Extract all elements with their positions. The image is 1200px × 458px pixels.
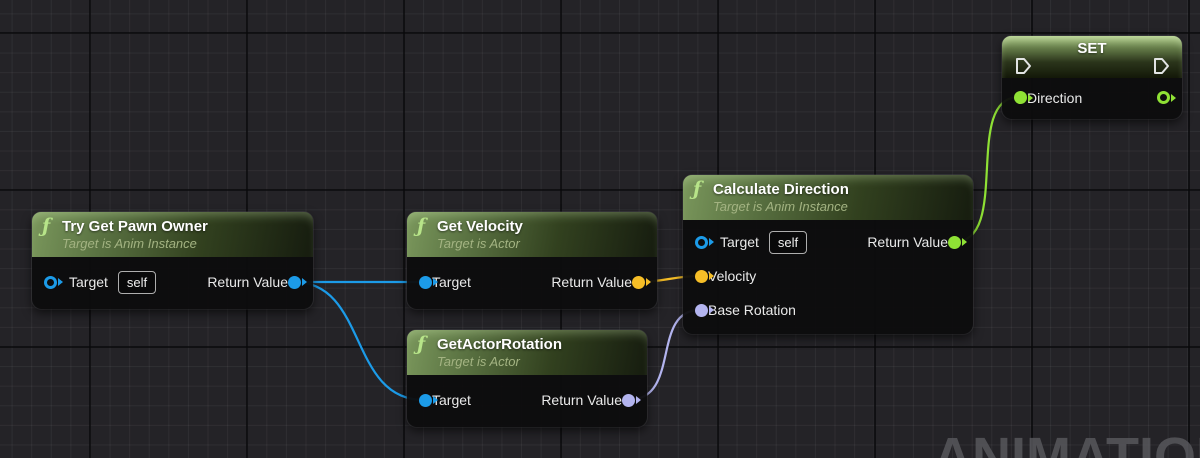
pin-velocity-label: Velocity [708,268,757,284]
function-icon: ƒ [42,215,51,237]
node-get-actor-rotation[interactable]: ƒ GetActorRotation Target is Actor Targe… [407,330,647,427]
function-icon: ƒ [417,333,426,355]
animation-watermark: ANIMATION [933,427,1200,458]
node-subtitle: Target is Actor [437,236,520,251]
pin-return-value-output[interactable] [632,275,645,289]
exec-out-pin[interactable] [1151,56,1171,76]
pin-direction-input[interactable] [1014,91,1027,104]
node-header[interactable]: ƒ GetActorRotation Target is Actor [407,330,647,375]
blueprint-graph-canvas[interactable]: ƒ Try Get Pawn Owner Target is Anim Inst… [0,0,1200,458]
node-subtitle: Target is Actor [437,354,520,369]
pin-target-label: Target [720,234,759,250]
pin-target-input[interactable] [44,275,57,289]
pin-return-value-label: Return Value [551,274,632,290]
pin-return-value-label: Return Value [541,392,622,408]
node-header[interactable]: ƒ Try Get Pawn Owner Target is Anim Inst… [32,212,313,257]
node-title: Try Get Pawn Owner [62,217,208,235]
node-title: Calculate Direction [713,180,849,198]
node-header[interactable]: SET [1002,36,1182,78]
node-title: GetActorRotation [437,335,562,353]
pin-target-label: Target [69,274,108,290]
pin-velocity-input[interactable] [695,269,708,283]
node-title: SET [1077,40,1107,57]
pin-return-value-output[interactable] [948,235,961,249]
pin-return-value-output[interactable] [622,393,635,407]
node-calculate-direction[interactable]: ƒ Calculate Direction Target is Anim Ins… [683,175,973,334]
node-header[interactable]: ƒ Get Velocity Target is Actor [407,212,657,257]
pin-target-input[interactable] [695,235,708,249]
node-subtitle: Target is Anim Instance [62,236,197,251]
node-set-direction[interactable]: SET Direction [1002,36,1182,119]
pin-return-value-label: Return Value [867,234,948,250]
function-icon: ƒ [417,215,426,237]
function-icon: ƒ [693,178,702,200]
node-title: Get Velocity [437,217,523,235]
pin-direction-output[interactable] [1157,91,1170,104]
pin-return-value-output[interactable] [288,275,301,289]
pin-return-value-label: Return Value [207,274,288,290]
pin-base-rotation-label: Base Rotation [708,302,796,318]
node-subtitle: Target is Anim Instance [713,199,848,214]
node-try-get-pawn-owner[interactable]: ƒ Try Get Pawn Owner Target is Anim Inst… [32,212,313,309]
exec-in-pin[interactable] [1013,56,1033,76]
pin-target-input[interactable] [419,275,432,289]
self-default-value[interactable]: self [768,230,808,254]
pin-target-input[interactable] [419,393,432,407]
wire-pawnowner-to-getactorrotation[interactable] [293,280,425,402]
node-get-velocity[interactable]: ƒ Get Velocity Target is Actor Target Re… [407,212,657,309]
node-header[interactable]: ƒ Calculate Direction Target is Anim Ins… [683,175,973,220]
pin-direction-label: Direction [1027,89,1083,106]
self-default-value[interactable]: self [117,270,157,294]
pin-base-rotation-input[interactable] [695,303,708,317]
